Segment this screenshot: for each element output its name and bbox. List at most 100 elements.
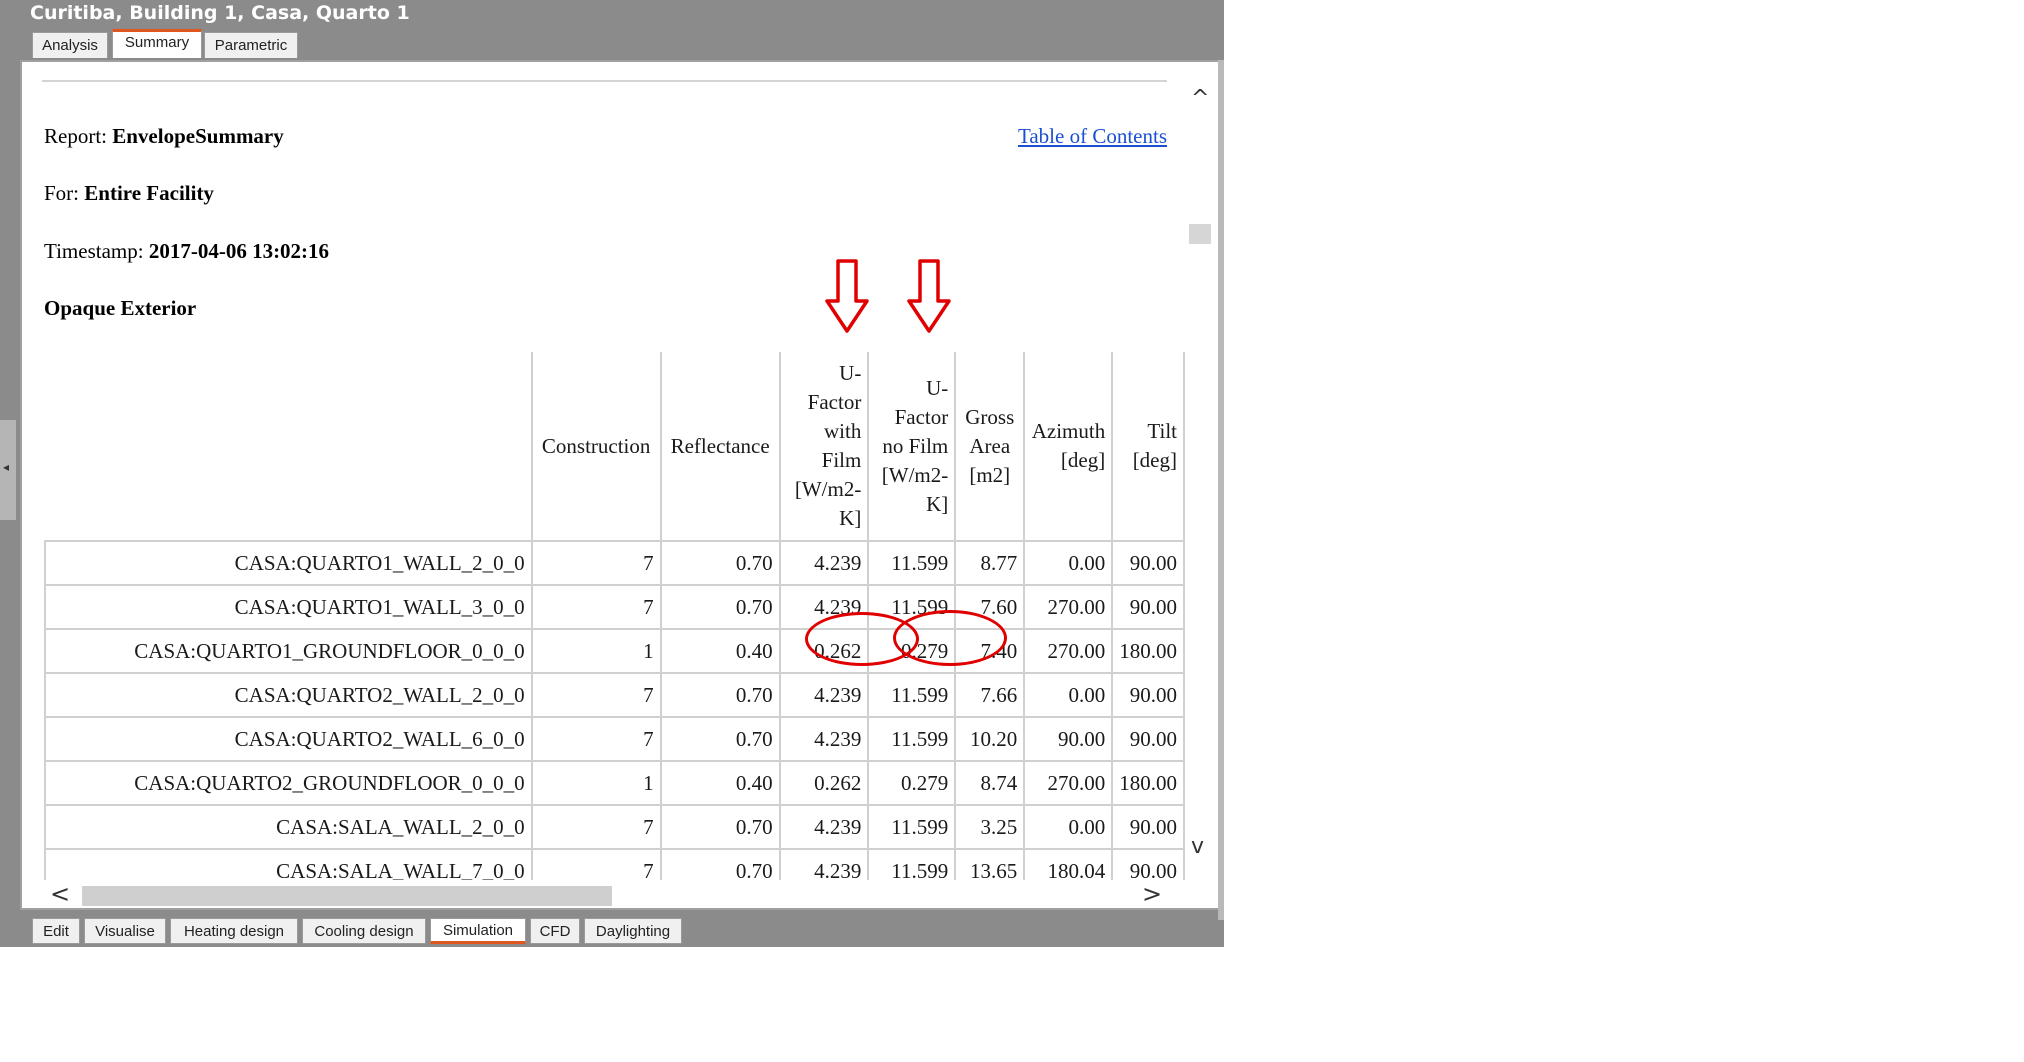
cell-surface-name: CASA:QUARTO1_WALL_3_0_0 [44,586,533,630]
cell-u-factor-no-film: 11.599 [869,542,957,586]
app-window: Curitiba, Building 1, Casa, Quarto 1 Ana… [0,0,1224,947]
cell-azimuth: 0.00 [1025,674,1114,718]
cell-reflectance: 0.70 [661,542,781,586]
tab-cooling-design[interactable]: Cooling design [302,918,426,944]
cell-u-factor-no-film: 11.599 [869,806,957,850]
table-row: CASA:SALA_WALL_2_0_0 7 0.70 4.239 11.599… [44,806,1185,850]
cell-reflectance: 0.70 [661,806,781,850]
panel-edge [1218,60,1224,920]
envelope-table: Construction Reflectance U-Factor with F… [44,352,1185,881]
vertical-scroll-thumb[interactable] [1189,224,1211,244]
table-row: CASA:SALA_WALL_7_0_0 7 0.70 4.239 11.599… [44,850,1185,881]
tab-visualise[interactable]: Visualise [84,918,166,944]
table-row: CASA:QUARTO1_WALL_3_0_0 7 0.70 4.239 11.… [44,586,1185,630]
cell-azimuth: 270.00 [1025,630,1114,674]
cell-tilt: 90.00 [1113,806,1185,850]
cell-tilt: 90.00 [1113,542,1185,586]
cell-gross-area: 7.40 [956,630,1026,674]
for-label: For: [44,181,80,205]
table-of-contents-link[interactable]: Table of Contents [1018,124,1167,149]
cell-u-factor-with-film: 4.239 [780,718,870,762]
cell-construction: 7 [532,718,662,762]
cell-u-factor-with-film: 4.239 [781,850,870,881]
cell-reflectance: 0.70 [662,850,781,881]
cell-construction: 7 [532,806,662,850]
side-panel-handle[interactable]: ◂ [0,420,16,520]
down-arrow-icon [907,259,951,333]
cell-u-factor-with-film: 4.239 [780,806,870,850]
chevron-right-icon[interactable]: > [1142,880,1162,908]
timestamp-label: Timestamp: [44,239,144,263]
vertical-scrollbar[interactable]: ^ v [1187,74,1217,864]
cell-construction: 1 [532,762,662,806]
cell-u-factor-with-film: 4.239 [780,542,870,586]
cell-tilt: 180.00 [1113,630,1185,674]
table-row: CASA:QUARTO1_GROUNDFLOOR_0_0_0 1 0.40 0.… [44,630,1185,674]
cell-gross-area: 8.74 [956,762,1026,806]
section-title: Opaque Exterior [44,296,197,320]
cell-azimuth: 0.00 [1025,542,1114,586]
cell-reflectance: 0.70 [661,718,781,762]
cell-surface-name: CASA:QUARTO1_GROUNDFLOOR_0_0_0 [44,630,533,674]
cell-u-factor-no-film: 11.599 [869,850,957,881]
cell-u-factor-no-film: 11.599 [869,586,957,630]
cell-azimuth: 270.00 [1025,586,1114,630]
down-arrow-icon [825,259,869,333]
cell-tilt: 180.00 [1113,762,1185,806]
column-header-construction: Construction [532,352,662,542]
cell-surface-name: CASA:QUARTO2_WALL_6_0_0 [44,718,533,762]
cell-surface-name: CASA:QUARTO2_GROUNDFLOOR_0_0_0 [44,762,533,806]
tab-daylighting[interactable]: Daylighting [584,918,682,944]
column-header-u-factor-with-film: U-Factor with Film [W/m2-K] [780,352,870,542]
tab-cfd[interactable]: CFD [530,918,580,944]
cell-reflectance: 0.70 [661,586,781,630]
tab-summary[interactable]: Summary [112,29,202,58]
tab-heating-design[interactable]: Heating design [170,918,298,944]
timestamp-line: Timestamp: 2017-04-06 13:02:16 [44,239,329,264]
for-line: For: Entire Facility [44,181,214,206]
tab-edit[interactable]: Edit [32,918,80,944]
horizontal-scroll-thumb[interactable] [82,886,612,906]
column-header-tilt: Tilt [deg] [1113,352,1185,542]
column-header-reflectance: Reflectance [661,352,781,542]
cell-gross-area: 3.25 [956,806,1026,850]
cell-u-factor-with-film: 0.262 [780,762,870,806]
cell-construction: 7 [533,850,662,881]
horizontal-scrollbar[interactable]: < > [30,880,1190,908]
table-row: CASA:QUARTO1_WALL_2_0_0 7 0.70 4.239 11.… [44,542,1185,586]
chevron-up-icon[interactable]: ^ [1191,86,1209,111]
cell-azimuth: 270.00 [1025,762,1114,806]
cell-tilt: 90.00 [1113,586,1185,630]
tab-simulation[interactable]: Simulation [430,918,526,944]
chevron-down-icon[interactable]: v [1191,834,1204,859]
tab-analysis[interactable]: Analysis [32,32,108,58]
cell-construction: 7 [532,586,662,630]
cell-u-factor-with-film: 4.239 [780,674,870,718]
window-title: Curitiba, Building 1, Casa, Quarto 1 [30,2,410,24]
cell-gross-area: 7.60 [956,586,1026,630]
cell-u-factor-no-film: 0.279 [869,630,957,674]
cell-gross-area: 10.20 [956,718,1026,762]
cell-u-factor-with-film: 0.262 [780,630,870,674]
column-header-gross-area: Gross Area [m2] [956,352,1026,542]
cell-surface-name: CASA:QUARTO2_WALL_2_0_0 [44,674,533,718]
report-name: EnvelopeSummary [112,124,284,148]
table-row: CASA:QUARTO2_GROUNDFLOOR_0_0_0 1 0.40 0.… [44,762,1185,806]
chevron-left-icon[interactable]: ◂ [3,460,9,474]
cell-construction: 1 [532,630,662,674]
chevron-left-icon[interactable]: < [50,880,70,908]
cell-surface-name: CASA:SALA_WALL_7_0_0 [44,850,533,881]
cell-gross-area: 13.65 [956,850,1026,881]
cell-surface-name: CASA:SALA_WALL_2_0_0 [44,806,533,850]
cell-gross-area: 8.77 [956,542,1026,586]
cell-surface-name: CASA:QUARTO1_WALL_2_0_0 [44,542,533,586]
cell-u-factor-no-film: 11.599 [869,718,957,762]
cell-tilt: 90.00 [1113,850,1185,881]
report-line: Report: EnvelopeSummary [44,124,284,149]
tab-parametric[interactable]: Parametric [204,32,298,58]
timestamp-value: 2017-04-06 13:02:16 [148,239,330,263]
cell-gross-area: 7.66 [956,674,1026,718]
report-label: Report: [44,124,107,148]
table-row: CASA:QUARTO2_WALL_2_0_0 7 0.70 4.239 11.… [44,674,1185,718]
cell-tilt: 90.00 [1113,718,1185,762]
